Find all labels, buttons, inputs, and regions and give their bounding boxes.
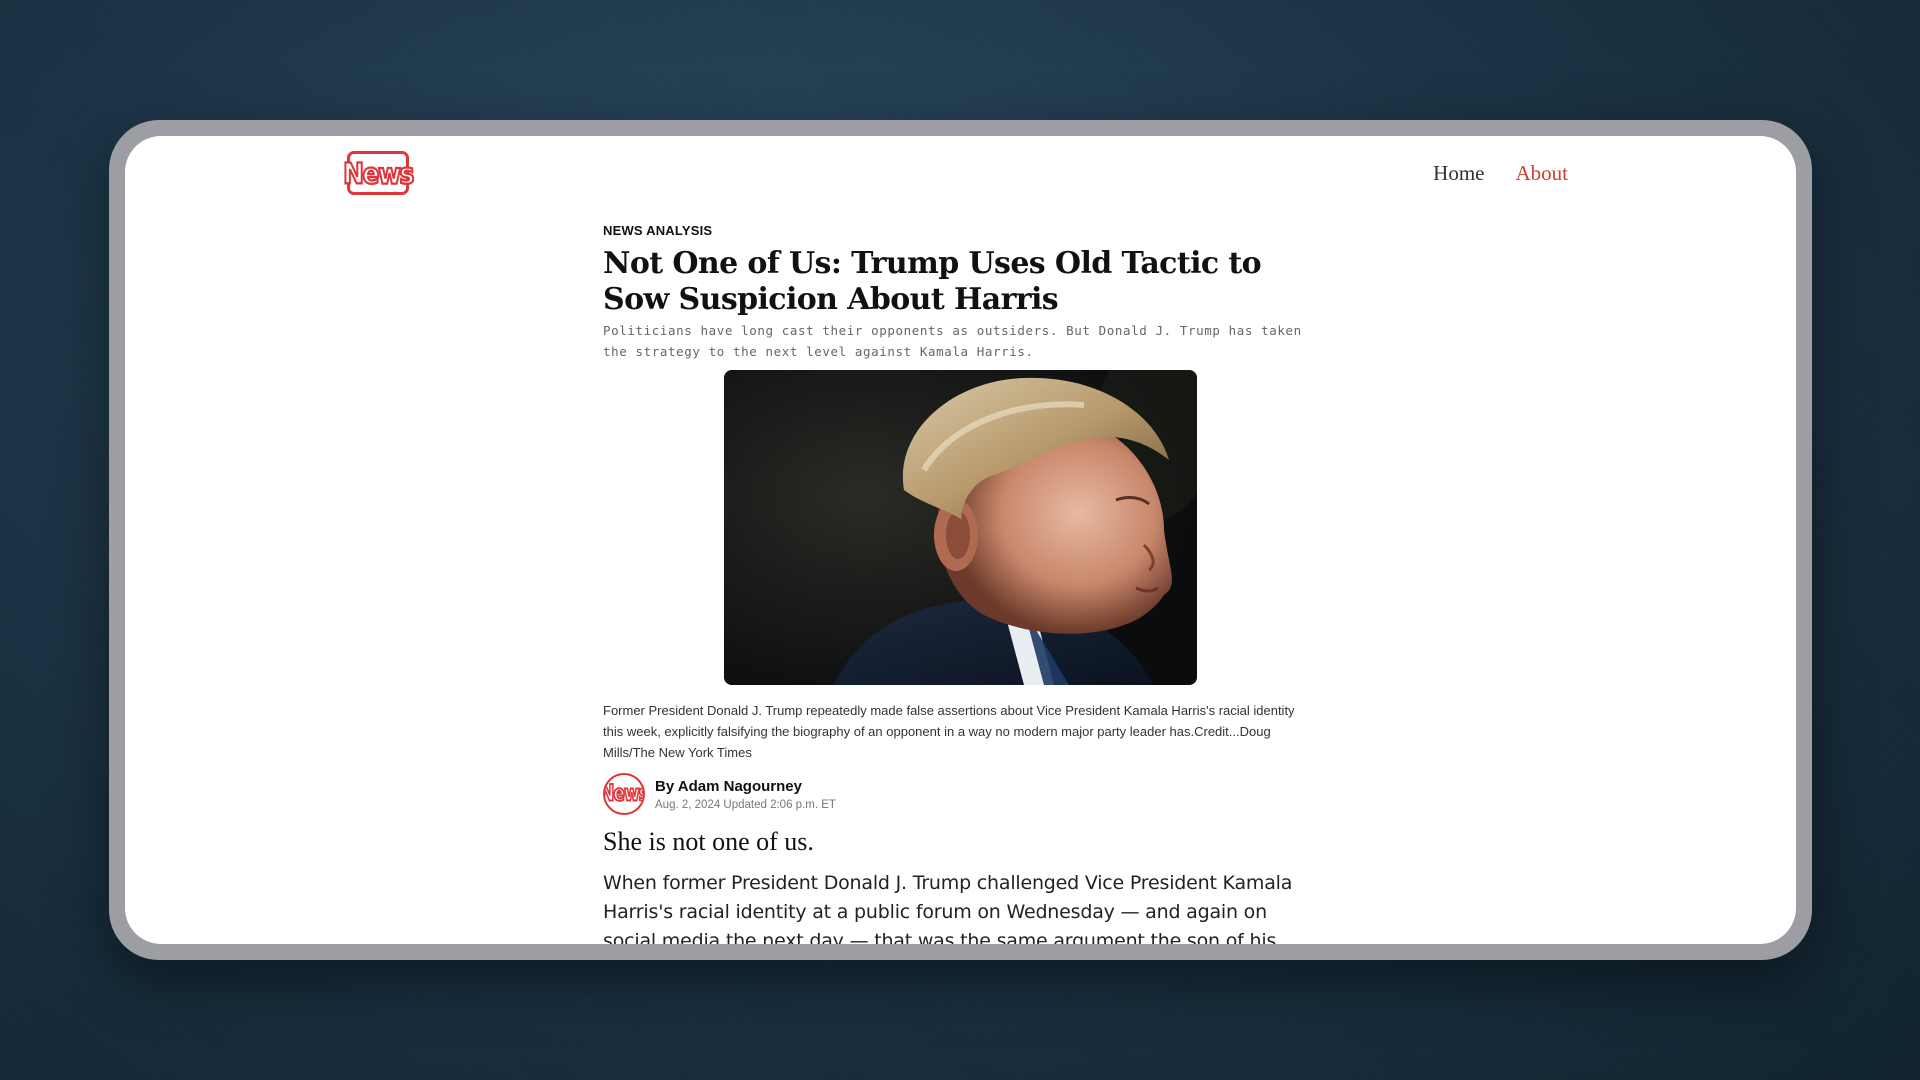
author-name[interactable]: By Adam Nagourney	[655, 778, 836, 795]
browser-screen: News Home About NEWS ANALYSIS Not One of…	[125, 136, 1796, 944]
photo-caption: Former President Donald J. Trump repeate…	[603, 703, 1295, 760]
logo-text: News	[342, 155, 415, 191]
news-logo[interactable]: News	[342, 151, 415, 195]
publish-date: Aug. 2, 2024 Updated 2:06 p.m. ET	[655, 798, 836, 811]
byline: News By Adam Nagourney Aug. 2, 2024 Upda…	[603, 773, 1303, 815]
byline-text: By Adam Nagourney Aug. 2, 2024 Updated 2…	[655, 778, 836, 811]
portrait-photo	[724, 370, 1197, 685]
site-header: News Home About	[125, 136, 1796, 216]
article: NEWS ANALYSIS Not One of Us: Trump Uses …	[603, 223, 1303, 944]
main-nav: Home About	[1433, 161, 1568, 186]
article-photo	[724, 370, 1197, 685]
article-summary: Politicians have long cast their opponen…	[603, 323, 1302, 359]
article-headline: Not One of Us: Trump Uses Old Tactic to …	[603, 246, 1262, 317]
nav-home-link[interactable]: Home	[1433, 161, 1484, 186]
device-frame: News Home About NEWS ANALYSIS Not One of…	[109, 120, 1812, 960]
article-lead: She is not one of us.	[603, 827, 814, 856]
nav-about-link[interactable]: About	[1516, 161, 1569, 186]
article-kicker: NEWS ANALYSIS	[603, 223, 713, 238]
avatar-logo-text: News	[605, 780, 643, 808]
author-avatar[interactable]: News	[603, 773, 645, 815]
article-body: When former President Donald J. Trump ch…	[603, 872, 1293, 944]
